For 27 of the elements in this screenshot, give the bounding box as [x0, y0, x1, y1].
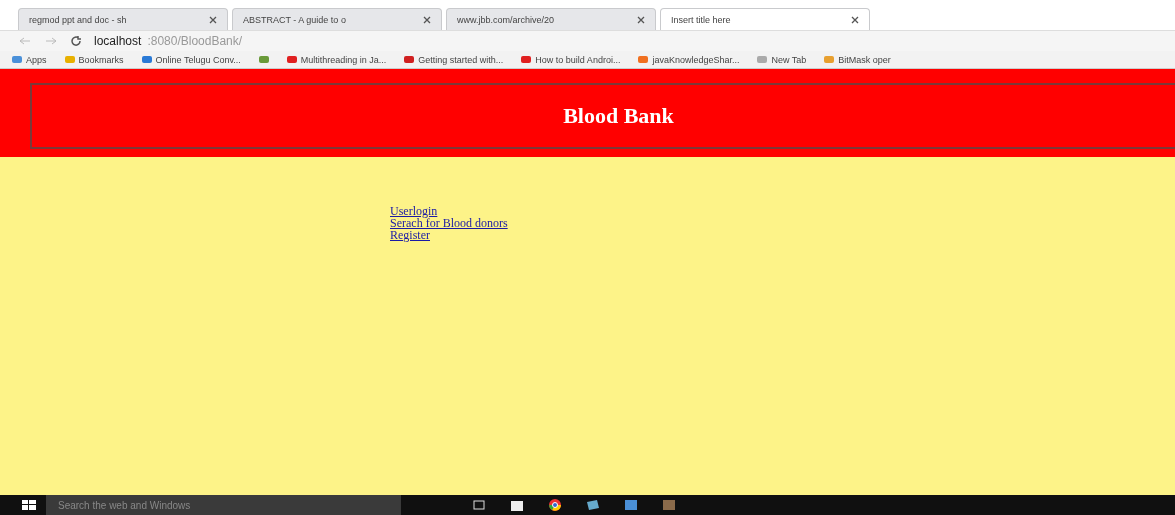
app-icon[interactable] [623, 498, 639, 512]
bookmark[interactable]: Getting started with... [404, 54, 504, 65]
bookmark[interactable]: Bookmarks [64, 54, 124, 65]
nav-link[interactable]: Serach for Blood donors [390, 217, 1175, 229]
bookmark[interactable]: Apps [12, 54, 47, 65]
bookmark[interactable]: New Tab [757, 54, 807, 65]
browser-tab[interactable]: regmod ppt and doc - sh [18, 8, 228, 30]
page-title: Blood Bank [563, 103, 674, 129]
close-icon[interactable] [209, 15, 217, 24]
nav-link[interactable]: Register [390, 229, 1175, 241]
chrome-icon[interactable] [547, 498, 563, 512]
nav-link[interactable]: Userlogin [390, 205, 1175, 217]
bookmark[interactable]: Multithreading in Ja... [286, 54, 387, 65]
close-icon[interactable] [851, 15, 859, 24]
browser-tab[interactable]: www.jbb.com/archive/20 [446, 8, 656, 30]
browser-tab[interactable]: ABSTRACT - A guide to o [232, 8, 442, 30]
bookmark[interactable]: How to build Androi... [521, 54, 621, 65]
close-icon[interactable] [423, 15, 431, 24]
reload-icon[interactable] [70, 35, 82, 47]
windows-icon[interactable] [22, 499, 36, 511]
close-icon[interactable] [637, 15, 645, 24]
bookmark[interactable]: javaKnowledgeShar... [638, 54, 740, 65]
app-icon[interactable] [661, 498, 677, 512]
bookmark[interactable]: BitMask oper [824, 54, 891, 65]
task-view-icon[interactable] [471, 498, 487, 512]
browser-tab[interactable]: Insert title here [660, 8, 870, 30]
bookmark[interactable]: Online Telugu Conv... [141, 54, 241, 65]
